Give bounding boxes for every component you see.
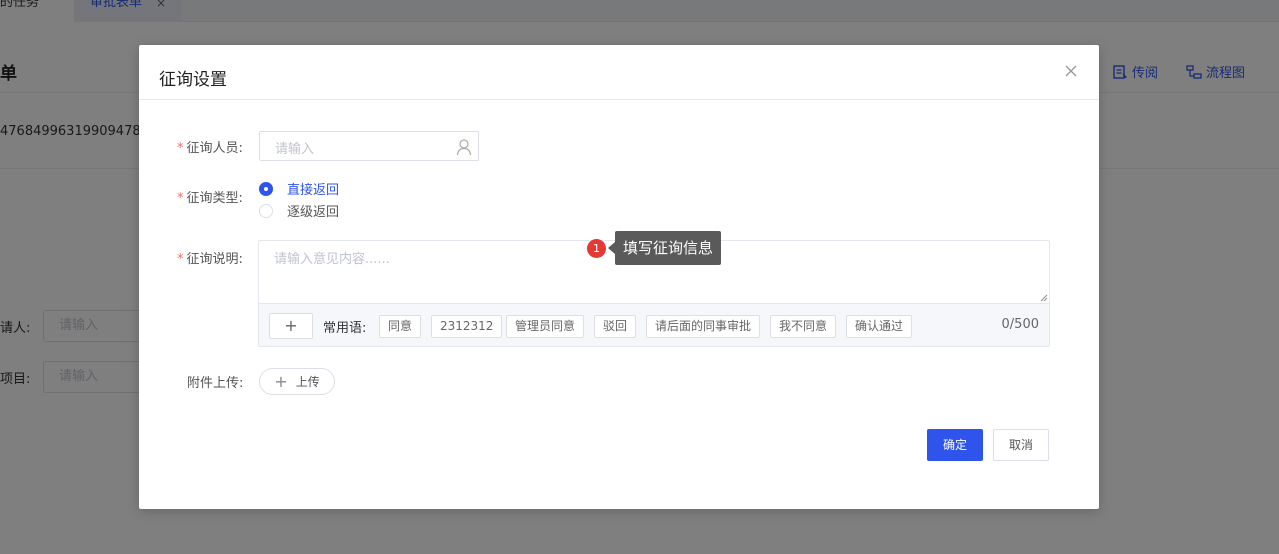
person-placeholder: 请输入 bbox=[275, 142, 315, 157]
type-label-text: 征询类型: bbox=[186, 191, 243, 206]
phrase-chip[interactable]: 驳回 bbox=[594, 315, 637, 338]
dialog-title: 征询设置 bbox=[159, 70, 227, 90]
radio-label: 逐级返回 bbox=[287, 205, 340, 220]
required-mark: * bbox=[177, 191, 184, 206]
required-mark: * bbox=[177, 252, 184, 267]
cancel-button[interactable]: 取消 bbox=[993, 429, 1049, 461]
char-counter: 0/500 bbox=[1001, 317, 1039, 332]
confirm-button[interactable]: 确定 bbox=[927, 429, 983, 461]
tooltip-text: 填写征询信息 bbox=[615, 231, 722, 265]
consult-settings-dialog: 征询设置 * 征询人员: 请输入 * 征询类型: 直接返回 逐级返回 * 征询说明: … bbox=[139, 45, 1099, 509]
person-label-text: 征询人员: bbox=[186, 141, 243, 156]
radio-label: 直接返回 bbox=[287, 183, 340, 198]
phrases-label: 常用语: bbox=[323, 321, 367, 336]
phrase-chip[interactable]: 我不同意 bbox=[770, 315, 837, 338]
user-icon[interactable] bbox=[456, 138, 472, 156]
phrase-chip[interactable]: 管理员同意 bbox=[506, 315, 585, 338]
tooltip-arrow bbox=[608, 242, 615, 254]
radio-stepwise-return[interactable]: 逐级返回 bbox=[259, 201, 339, 220]
phrase-chip[interactable]: 请后面的同事审批 bbox=[646, 315, 761, 338]
desc-label: * 征询说明: bbox=[177, 248, 243, 267]
desc-label-text: 征询说明: bbox=[186, 252, 243, 267]
type-label: * 征询类型: bbox=[177, 187, 243, 206]
close-icon[interactable] bbox=[1063, 63, 1079, 79]
guide-tooltip: 1 填写征询信息 bbox=[587, 231, 722, 265]
resize-handle-icon[interactable] bbox=[1040, 294, 1048, 302]
person-input[interactable]: 请输入 bbox=[259, 131, 479, 161]
radio-dot bbox=[259, 203, 273, 218]
common-phrases-bar: + 常用语: 同意 2312312 管理员同意 驳回 请后面的同事审批 我不同意… bbox=[259, 304, 1049, 346]
upload-label: 上传 bbox=[295, 375, 320, 389]
person-label: * 征询人员: bbox=[177, 137, 243, 156]
plus-icon: + bbox=[274, 371, 288, 391]
phrase-chip[interactable]: 同意 bbox=[379, 315, 422, 338]
upload-button[interactable]: + 上传 bbox=[259, 368, 335, 395]
add-phrase-button[interactable]: + bbox=[269, 313, 313, 339]
required-mark: * bbox=[177, 141, 184, 156]
radio-direct-return[interactable]: 直接返回 bbox=[259, 179, 339, 198]
attachment-label: 附件上传: bbox=[187, 376, 244, 391]
phrase-chip[interactable]: 确认通过 bbox=[846, 315, 913, 338]
radio-dot bbox=[259, 181, 273, 196]
dialog-header: 征询设置 bbox=[139, 45, 1099, 100]
desc-placeholder: 请输入意见内容...... bbox=[274, 252, 390, 267]
step-badge: 1 bbox=[587, 238, 606, 258]
phrase-chip[interactable]: 2312312 bbox=[431, 315, 503, 338]
